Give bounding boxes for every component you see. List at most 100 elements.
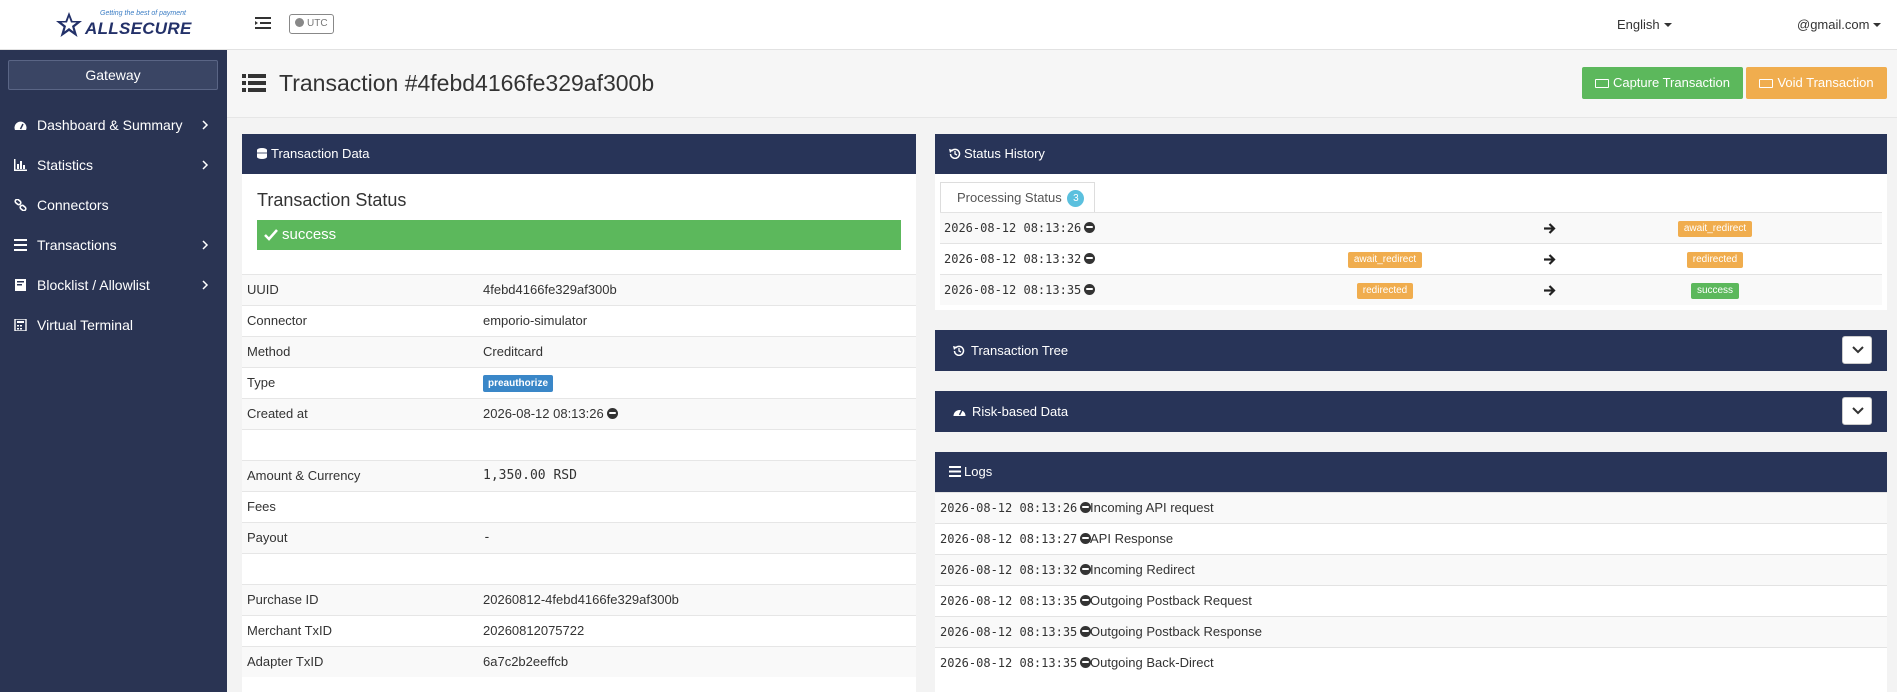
timezone-label: UTC bbox=[307, 18, 328, 29]
to-status: redirected bbox=[1675, 244, 1755, 274]
status-label: await_redirect bbox=[1347, 252, 1423, 268]
globe-icon[interactable] bbox=[606, 408, 618, 419]
row-value: Creditcard bbox=[483, 344, 543, 359]
sidebar: Gateway Dashboard & Summary Statistics C… bbox=[0, 50, 227, 692]
status-row: 2026-08-12 08:13:26 await_redirect bbox=[940, 212, 1882, 243]
user-menu[interactable]: @gmail.com bbox=[1797, 17, 1882, 32]
dashboard-icon bbox=[953, 409, 966, 416]
log-message: Outgoing Postback Response bbox=[1090, 624, 1262, 639]
data-row-method: Method Creditcard bbox=[242, 336, 916, 367]
row-key: Payout bbox=[247, 530, 288, 545]
log-message: Incoming API request bbox=[1090, 500, 1214, 515]
type-badge: preauthorize bbox=[483, 375, 554, 392]
status-success-bar: success bbox=[257, 220, 901, 250]
expand-button[interactable] bbox=[1842, 336, 1872, 364]
logo-wordmark: ALLSECURE bbox=[85, 19, 192, 38]
timestamp-text: 2026-08-12 08:13:35 bbox=[944, 283, 1082, 297]
log-row[interactable]: 2026-08-12 08:13:35 Outgoing Postback Res… bbox=[935, 616, 1887, 647]
sidebar-item-statistics[interactable]: Statistics bbox=[0, 145, 227, 185]
sidebar-item-virtual-terminal[interactable]: Virtual Terminal bbox=[0, 305, 227, 345]
sidebar-item-transactions[interactable]: Transactions bbox=[0, 225, 227, 265]
top-bar: Getting the best of payment ALLSECURE UT… bbox=[0, 0, 1897, 50]
timestamp-text: 2026-08-12 08:13:32 bbox=[944, 252, 1082, 266]
list-icon bbox=[14, 239, 27, 251]
row-value: preauthorize bbox=[483, 368, 554, 398]
globe-icon[interactable] bbox=[1084, 222, 1096, 233]
timestamp-text: 2026-08-12 08:13:32 bbox=[940, 563, 1078, 577]
row-timestamp: 2026-08-12 08:13:35 bbox=[940, 648, 1092, 678]
row-timestamp: 2026-08-12 08:13:35 bbox=[940, 586, 1092, 616]
data-row-merchant-txid: Merchant TxID 20260812075722 bbox=[242, 615, 916, 646]
status-history-panel: Status History Processing Status 3 2026-… bbox=[935, 134, 1887, 310]
panel-header: Status History bbox=[935, 134, 1887, 174]
caret-down-icon bbox=[1873, 23, 1882, 27]
risk-based-data-panel[interactable]: Risk-based Data bbox=[935, 391, 1887, 432]
row-value: - bbox=[483, 530, 491, 545]
chevron-down-icon bbox=[1852, 407, 1864, 415]
row-timestamp: 2026-08-12 08:13:27 bbox=[940, 524, 1092, 554]
money-icon bbox=[1594, 79, 1609, 88]
data-row-fees: Fees bbox=[242, 491, 916, 522]
sidebar-item-connectors[interactable]: Connectors bbox=[0, 185, 227, 225]
tab-processing-status[interactable]: Processing Status 3 bbox=[940, 182, 1095, 212]
expand-button[interactable] bbox=[1842, 397, 1872, 425]
data-row-uuid: UUID 4febd4166fe329af300b bbox=[242, 274, 916, 305]
row-timestamp: 2026-08-12 08:13:32 bbox=[940, 555, 1092, 585]
status-row: 2026-08-12 08:13:32 await_redirect redir… bbox=[940, 243, 1882, 274]
void-transaction-button[interactable]: Void Transaction bbox=[1746, 67, 1887, 99]
sidebar-item-label: Blocklist / Allowlist bbox=[37, 277, 150, 293]
log-row[interactable]: 2026-08-12 08:13:32 Incoming Redirect bbox=[935, 554, 1887, 585]
row-key: Amount & Currency bbox=[247, 468, 361, 483]
panel-title: Risk-based Data bbox=[972, 404, 1069, 419]
transaction-tree-panel[interactable]: Transaction Tree bbox=[935, 330, 1887, 371]
row-timestamp: 2026-08-12 08:13:35 bbox=[944, 275, 1096, 305]
chevron-down-icon bbox=[1852, 346, 1864, 354]
data-row-adapter-txid: Adapter TxID 6a7c2b2eeffcb bbox=[242, 646, 916, 677]
log-message: Incoming Redirect bbox=[1090, 562, 1195, 577]
list-icon bbox=[949, 466, 961, 477]
row-key: Connector bbox=[247, 313, 307, 328]
chevron-right-icon bbox=[202, 280, 209, 290]
data-row-spacer bbox=[242, 553, 916, 584]
panel-header: Transaction Data bbox=[242, 134, 916, 174]
log-row[interactable]: 2026-08-12 08:13:26 Incoming API request bbox=[935, 492, 1887, 523]
row-key: Merchant TxID bbox=[247, 623, 333, 638]
language-dropdown[interactable]: English bbox=[1617, 17, 1672, 32]
globe-icon[interactable] bbox=[1084, 253, 1096, 264]
gateway-button[interactable]: Gateway bbox=[8, 60, 218, 90]
timestamp-text: 2026-08-12 08:13:35 bbox=[940, 625, 1078, 639]
chevron-right-icon bbox=[202, 160, 209, 170]
log-row[interactable]: 2026-08-12 08:13:35 Outgoing Postback Req… bbox=[935, 585, 1887, 616]
chevron-right-icon bbox=[202, 120, 209, 130]
log-row[interactable]: 2026-08-12 08:13:27 API Response bbox=[935, 523, 1887, 554]
globe-icon[interactable] bbox=[1084, 284, 1096, 295]
row-value: 2026-08-12 08:13:26 bbox=[483, 399, 618, 429]
timestamp-text: 2026-08-12 08:13:27 bbox=[940, 532, 1078, 546]
status-row: 2026-08-12 08:13:35 redirected success bbox=[940, 274, 1882, 305]
row-value: emporio-simulator bbox=[483, 313, 588, 328]
sidebar-item-label: Connectors bbox=[37, 197, 109, 213]
data-row-purchase-id: Purchase ID 20260812-4febd4166fe329af300b bbox=[242, 584, 916, 615]
row-timestamp: 2026-08-12 08:13:26 bbox=[940, 493, 1092, 523]
row-value: 20260812075722 bbox=[483, 623, 585, 638]
status-label: await_redirect bbox=[1677, 221, 1753, 237]
capture-label: Capture Transaction bbox=[1612, 75, 1731, 90]
row-value: 4febd4166fe329af300b bbox=[483, 282, 617, 297]
log-row[interactable]: 2026-08-12 08:13:35 Outgoing Back-Direct bbox=[935, 647, 1887, 678]
row-timestamp: 2026-08-12 08:13:32 bbox=[944, 244, 1096, 274]
capture-transaction-button[interactable]: Capture Transaction bbox=[1582, 67, 1743, 99]
row-key: UUID bbox=[247, 282, 279, 297]
timestamp-text: 2026-08-12 08:13:35 bbox=[940, 594, 1078, 608]
transaction-data-panel: Transaction Data Transaction Status succ… bbox=[242, 134, 916, 692]
data-row-spacer bbox=[242, 429, 916, 460]
sidebar-item-label: Dashboard & Summary bbox=[37, 117, 183, 133]
count-badge: 3 bbox=[1067, 190, 1085, 207]
sidebar-item-blocklist[interactable]: Blocklist / Allowlist bbox=[0, 265, 227, 305]
to-status: await_redirect bbox=[1675, 213, 1755, 243]
allsecure-logo[interactable]: Getting the best of payment ALLSECURE bbox=[55, 9, 191, 43]
menu-toggle-icon[interactable] bbox=[255, 16, 271, 30]
sidebar-item-dashboard[interactable]: Dashboard & Summary bbox=[0, 105, 227, 145]
dashboard-icon bbox=[14, 121, 27, 130]
timezone-badge[interactable]: UTC bbox=[289, 14, 334, 34]
log-message: Outgoing Postback Request bbox=[1090, 593, 1252, 608]
